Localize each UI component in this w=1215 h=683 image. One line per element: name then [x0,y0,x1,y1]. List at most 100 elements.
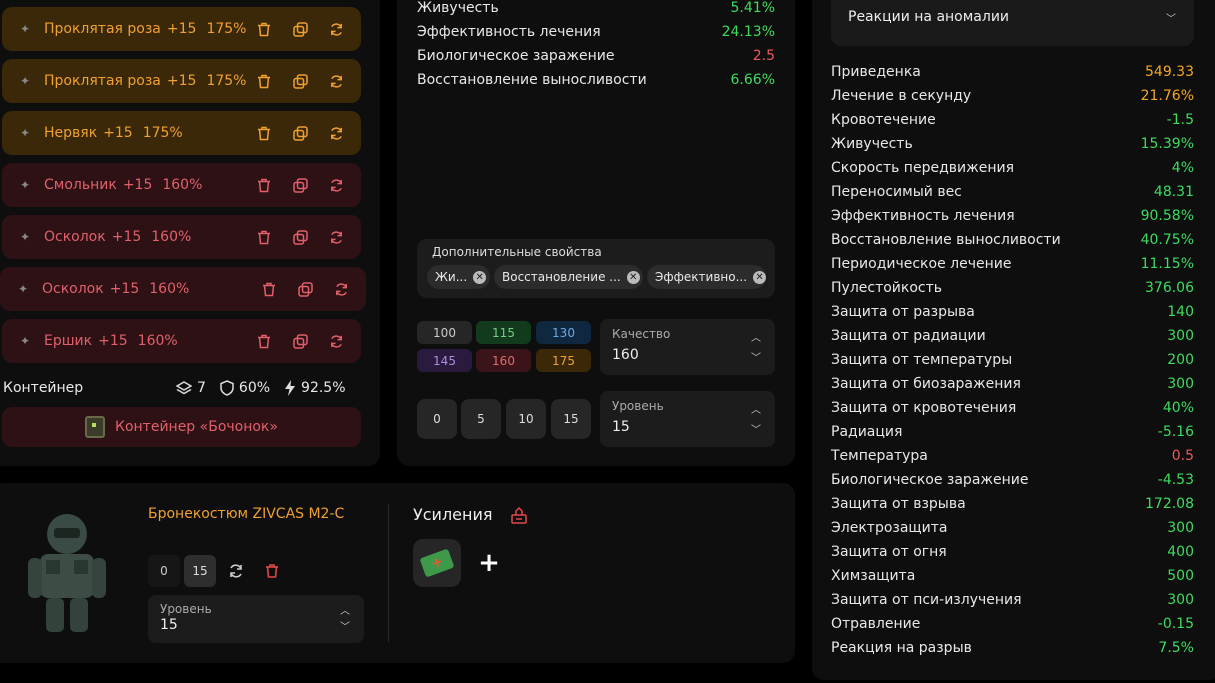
refresh-icon[interactable] [327,228,345,246]
quality-button-175[interactable]: 175 [536,349,591,372]
artifact-level: +15 [98,333,128,349]
copy-icon[interactable] [291,72,309,90]
level-button-0[interactable]: 0 [417,399,457,439]
chevron-down-icon[interactable]: ﹀ [340,618,350,633]
extra-prop-chip[interactable]: Восстановление ... ✕ [494,265,643,289]
refresh-icon[interactable] [327,20,345,38]
artifact-row[interactable]: ✦ Ершик +15 160% [2,319,361,363]
chevron-up-icon[interactable]: ︿ [751,329,761,344]
delete-icon[interactable] [260,280,278,298]
artifact-quality: 175% [206,21,247,37]
chip-label: Эффективно... [655,270,748,284]
level-button-15[interactable]: 15 [551,399,591,439]
stat-value: 4% [1171,160,1194,176]
chevron-down-icon[interactable]: ﹀ [751,421,761,436]
stat-value: 140 [1167,304,1194,320]
chip-remove-icon[interactable]: ✕ [753,270,766,284]
artifact-level: +15 [122,177,153,193]
delete-icon[interactable] [264,563,280,579]
armor-level-select[interactable]: Уровень 15 ︿ ﹀ [148,595,364,643]
container-button[interactable]: Контейнер «Бочонок» [2,407,361,447]
delete-icon[interactable] [255,332,273,350]
quality-select[interactable]: Качество 160 ︿ ﹀ [600,319,775,375]
refresh-icon[interactable] [327,72,345,90]
stat-value: 300 [1167,592,1194,608]
armor-level-label: Уровень [160,602,212,616]
quality-button-115[interactable]: 115 [476,321,531,344]
artifact-row[interactable]: ✦ Нервяк +15 175% [2,111,361,155]
shield-icon [220,380,234,396]
artifact-row[interactable]: ✦ Смольник +15 160% [2,163,361,207]
stat-row: Эффективность лечения 90.58% [831,208,1194,224]
quality-button-160[interactable]: 160 [476,349,531,372]
stat-value: 300 [1167,376,1194,392]
stat-row: Эффективность лечения 24.13% [417,24,775,40]
copy-icon[interactable] [291,20,309,38]
delete-icon[interactable] [255,228,273,246]
chevron-up-icon[interactable]: ︿ [751,401,761,416]
level-select[interactable]: Уровень 15 ︿ ﹀ [600,391,775,447]
refresh-icon[interactable] [327,124,345,142]
stat-value: 90.58% [1140,208,1194,224]
stat-value: 15.39% [1140,136,1194,152]
refresh-icon[interactable] [228,563,244,579]
extra-prop-chip[interactable]: Жи... ✕ [427,265,490,289]
chip-remove-icon[interactable]: ✕ [626,270,640,284]
stat-label: Восстановление выносливости [831,232,1061,248]
copy-icon[interactable] [291,228,309,246]
artifact-actions [255,228,345,246]
stat-value: 300 [1167,328,1194,344]
level-select-value: 15 [612,419,630,435]
artifact-row[interactable]: ✦ Проклятая роза +15 175% [2,59,361,103]
copy-icon[interactable] [291,332,309,350]
refresh-icon[interactable] [332,280,350,298]
armor-level-0-button[interactable]: 0 [148,555,180,587]
level-button-5[interactable]: 5 [461,399,501,439]
chip-remove-icon[interactable]: ✕ [473,270,487,284]
rose-icon: ✦ [19,74,31,88]
copy-icon[interactable] [296,280,314,298]
level-button-10[interactable]: 10 [506,399,546,439]
stat-label: Отравление [831,616,921,632]
artifact-name: Проклятая роза [44,73,161,89]
copy-icon[interactable] [291,176,309,194]
chevron-down-icon[interactable]: ﹀ [751,349,761,364]
stat-label: Температура [831,448,928,464]
boost-icon [510,506,528,524]
add-boost-button[interactable]: + [478,550,500,576]
quality-button-130[interactable]: 130 [536,321,591,344]
artifact-row[interactable]: ✦ Осколок +15 160% [0,267,366,311]
stat-value: -1.5 [1166,112,1194,128]
container-efficiency: 92.5% [301,380,346,396]
artifact-level: +15 [166,73,197,89]
chevron-up-icon[interactable]: ︿ [340,602,350,617]
copy-icon[interactable] [291,124,309,142]
delete-icon[interactable] [255,20,273,38]
stat-value: 376.06 [1145,280,1194,296]
artifact-row[interactable]: ✦ Проклятая роза +15 175% [2,7,361,51]
quality-button-100[interactable]: 100 [417,321,472,344]
refresh-icon[interactable] [327,176,345,194]
delete-icon[interactable] [255,72,273,90]
artifact-row[interactable]: ✦ Осколок +15 160% [2,215,361,259]
artifact-name: Проклятая роза [44,21,161,37]
refresh-icon[interactable] [327,332,345,350]
armor-level-15-button[interactable]: 15 [184,555,216,587]
extra-props-title: Дополнительные свойства [432,245,602,259]
delete-icon[interactable] [255,124,273,142]
stat-row: Защита от радиации 300 [831,328,1194,344]
stat-row: Восстановление выносливости 40.75% [831,232,1194,248]
anomaly-select[interactable]: Реакции на аномалии ﹀ [831,0,1194,46]
extra-prop-chip[interactable]: Эффективно... ✕ [647,265,766,289]
stat-row: Живучесть 15.39% [831,136,1194,152]
stat-label: Живучесть [831,136,913,152]
delete-icon[interactable] [255,176,273,194]
stat-label: Эффективность лечения [831,208,1015,224]
quality-button-145[interactable]: 145 [417,349,472,372]
boost-slot[interactable]: + [413,539,461,587]
container-slots: 7 [197,380,206,396]
artifact-level: +15 [166,21,197,37]
artifact-quality: 160% [151,229,192,245]
stat-row: Биологическое заражение -4.53 [831,472,1194,488]
stat-row: Приведенка 549.33 [831,64,1194,80]
